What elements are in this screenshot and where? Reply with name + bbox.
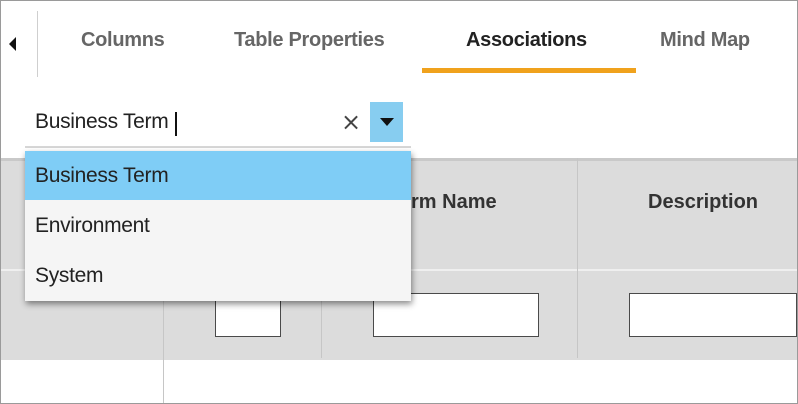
column-header-term-name[interactable]: rm Name: [411, 191, 497, 214]
column-divider: [577, 158, 578, 358]
dropdown-option-system[interactable]: System: [25, 251, 411, 300]
dropdown-option-business-term[interactable]: Business Term: [25, 151, 411, 200]
association-type-dropdown-list: Business Term Environment System: [25, 151, 411, 301]
tab-scroll-left-button[interactable]: [1, 11, 38, 77]
tab-associations[interactable]: Associations: [466, 29, 587, 52]
association-type-combobox[interactable]: Business Term ×: [25, 98, 411, 150]
caret-left-icon: [8, 37, 16, 51]
tab-bar: Columns Table Properties Associations Mi…: [1, 1, 797, 79]
filter-input-description[interactable]: [629, 293, 797, 337]
chevron-down-icon: [379, 118, 394, 126]
tab-columns[interactable]: Columns: [81, 29, 165, 52]
combobox-value[interactable]: Business Term: [35, 110, 169, 134]
clear-icon[interactable]: ×: [341, 108, 361, 136]
tab-mind-map[interactable]: Mind Map: [660, 29, 750, 52]
text-cursor: [175, 112, 177, 136]
tab-table-properties[interactable]: Table Properties: [234, 29, 385, 52]
combobox-underline: [25, 146, 411, 148]
dropdown-toggle-button[interactable]: [370, 102, 403, 142]
column-header-description[interactable]: Description: [648, 191, 758, 214]
active-tab-indicator: [422, 68, 636, 73]
dropdown-option-environment[interactable]: Environment: [25, 201, 411, 250]
associations-panel: Columns Table Properties Associations Mi…: [0, 0, 798, 404]
